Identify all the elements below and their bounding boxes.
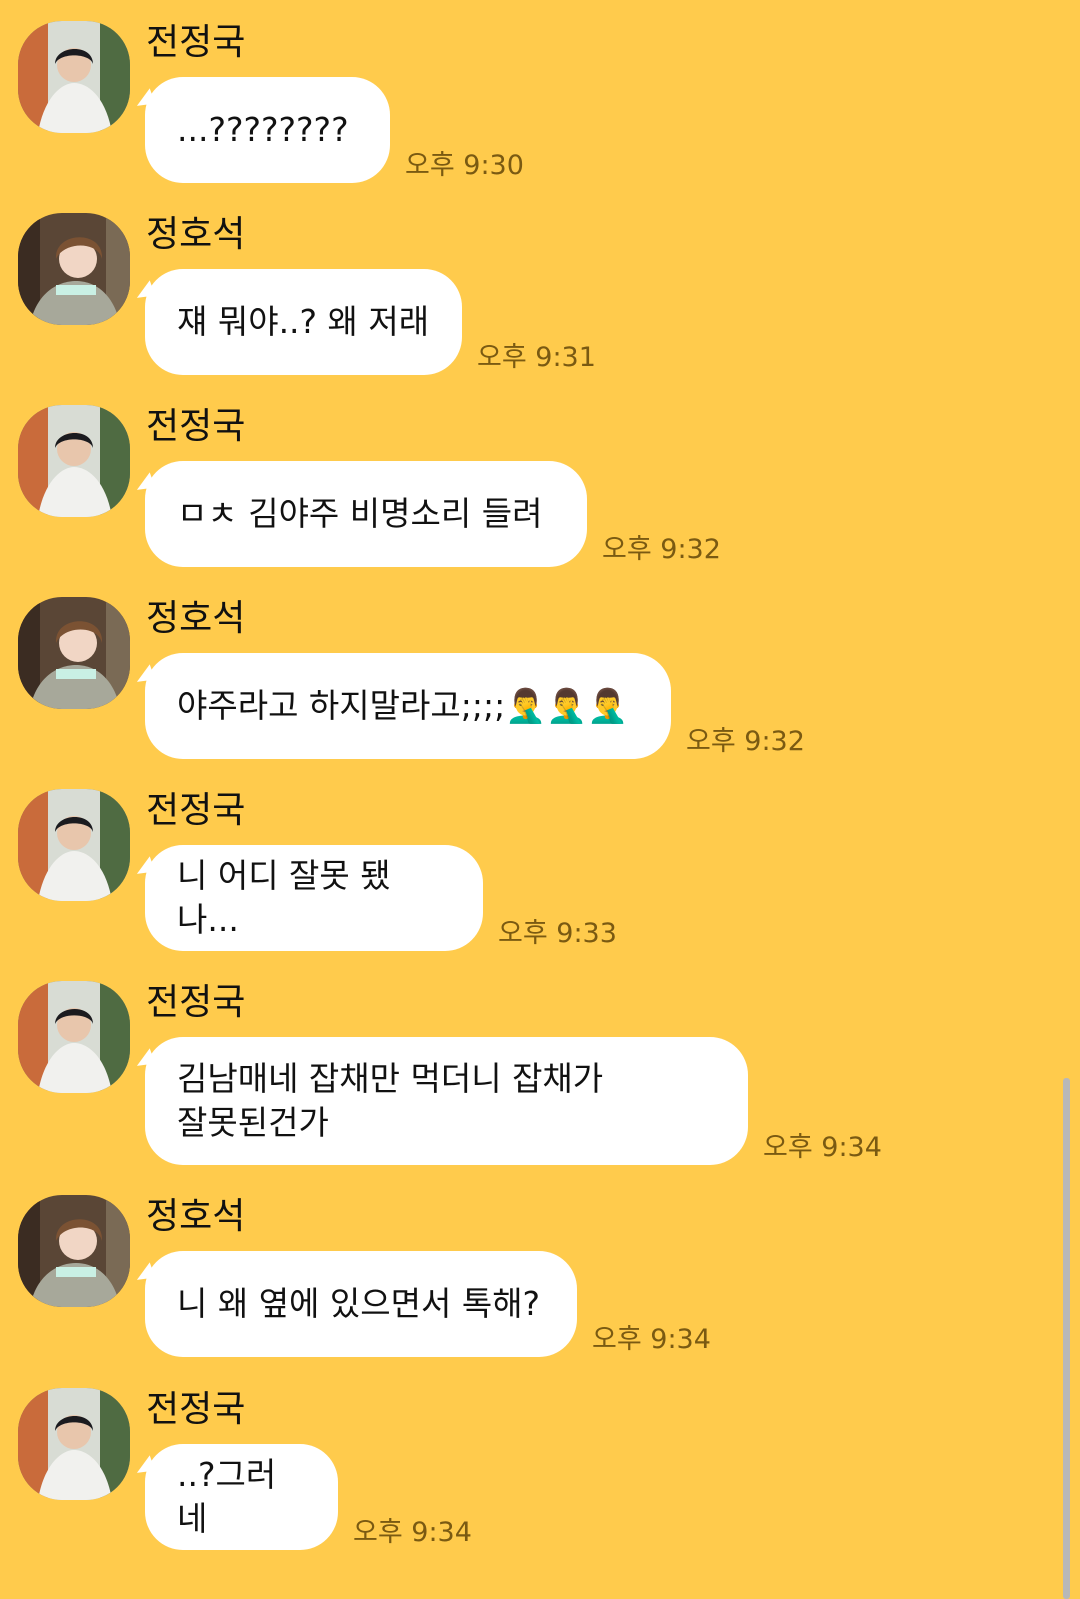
message-bubble[interactable]: 야주라고 하지말라고;;;;🤦‍♂️🤦‍♂️🤦‍♂️ bbox=[145, 653, 671, 759]
sender-name: 전정국 bbox=[146, 1389, 246, 1430]
avatar[interactable] bbox=[18, 1388, 130, 1500]
timestamp: 오후 9:34 bbox=[763, 1132, 882, 1163]
timestamp: 오후 9:31 bbox=[477, 342, 596, 373]
sender-name: 정호석 bbox=[146, 214, 246, 255]
timestamp: 오후 9:32 bbox=[602, 534, 721, 565]
timestamp: 오후 9:32 bbox=[686, 726, 805, 757]
scrollbar[interactable] bbox=[1063, 1078, 1070, 1599]
message-row: 전정국 니 어디 잘못 됐나... 오후 9:33 bbox=[0, 789, 1060, 974]
timestamp: 오후 9:34 bbox=[592, 1324, 711, 1355]
avatar[interactable] bbox=[18, 597, 130, 709]
message-row: 정호석 니 왜 옆에 있으면서 톡해? 오후 9:34 bbox=[0, 1195, 1060, 1380]
message-row: 정호석 쟤 뭐야..? 왜 저래 오후 9:31 bbox=[0, 213, 1060, 398]
message-text: 야주라고 하지말라고;;;;🤦‍♂️🤦‍♂️🤦‍♂️ bbox=[177, 686, 629, 725]
message-row: 전정국 ..?그러네 오후 9:34 bbox=[0, 1388, 1060, 1573]
sender-name: 정호석 bbox=[146, 1196, 246, 1237]
message-text: 니 왜 옆에 있으면서 톡해? bbox=[177, 1284, 541, 1323]
timestamp: 오후 9:34 bbox=[353, 1517, 472, 1548]
message-row: 전정국 ...???????? 오후 9:30 bbox=[0, 21, 1060, 206]
message-row: 전정국 김남매네 잡채만 먹더니 잡채가 잘못된건가 오후 9:34 bbox=[0, 981, 1060, 1181]
avatar[interactable] bbox=[18, 981, 130, 1093]
message-bubble[interactable]: 쟤 뭐야..? 왜 저래 bbox=[145, 269, 462, 375]
message-bubble[interactable]: ㅁㅊ 김야주 비명소리 들려 bbox=[145, 461, 587, 567]
message-text: 니 어디 잘못 됐나... bbox=[177, 856, 391, 939]
sender-name: 전정국 bbox=[146, 982, 246, 1023]
timestamp: 오후 9:33 bbox=[498, 918, 617, 949]
message-bubble[interactable]: 니 왜 옆에 있으면서 톡해? bbox=[145, 1251, 577, 1357]
message-bubble[interactable]: ..?그러네 bbox=[145, 1444, 338, 1550]
avatar[interactable] bbox=[18, 21, 130, 133]
timestamp: 오후 9:30 bbox=[405, 150, 524, 181]
avatar[interactable] bbox=[18, 1195, 130, 1307]
sender-name: 전정국 bbox=[146, 22, 246, 63]
message-bubble[interactable]: 니 어디 잘못 됐나... bbox=[145, 845, 483, 951]
sender-name: 정호석 bbox=[146, 598, 246, 639]
message-text: ..?그러네 bbox=[177, 1455, 277, 1538]
message-text: 김남매네 잡채만 먹더니 잡채가 잘못된건가 bbox=[177, 1059, 604, 1142]
sender-name: 전정국 bbox=[146, 790, 246, 831]
avatar[interactable] bbox=[18, 405, 130, 517]
message-row: 정호석 야주라고 하지말라고;;;;🤦‍♂️🤦‍♂️🤦‍♂️ 오후 9:32 bbox=[0, 597, 1060, 782]
message-text: ㅁㅊ 김야주 비명소리 들려 bbox=[177, 494, 543, 533]
message-row: 전정국 ㅁㅊ 김야주 비명소리 들려 오후 9:32 bbox=[0, 405, 1060, 590]
chat-message-list[interactable]: 전정국 ...???????? 오후 9:30 정호석 쟤 뭐야..? 왜 저래… bbox=[0, 0, 1080, 1599]
message-text: ...???????? bbox=[177, 110, 349, 149]
message-bubble[interactable]: 김남매네 잡채만 먹더니 잡채가 잘못된건가 bbox=[145, 1037, 748, 1165]
sender-name: 전정국 bbox=[146, 406, 246, 447]
message-text: 쟤 뭐야..? 왜 저래 bbox=[177, 302, 430, 341]
message-bubble[interactable]: ...???????? bbox=[145, 77, 390, 183]
avatar[interactable] bbox=[18, 789, 130, 901]
avatar[interactable] bbox=[18, 213, 130, 325]
